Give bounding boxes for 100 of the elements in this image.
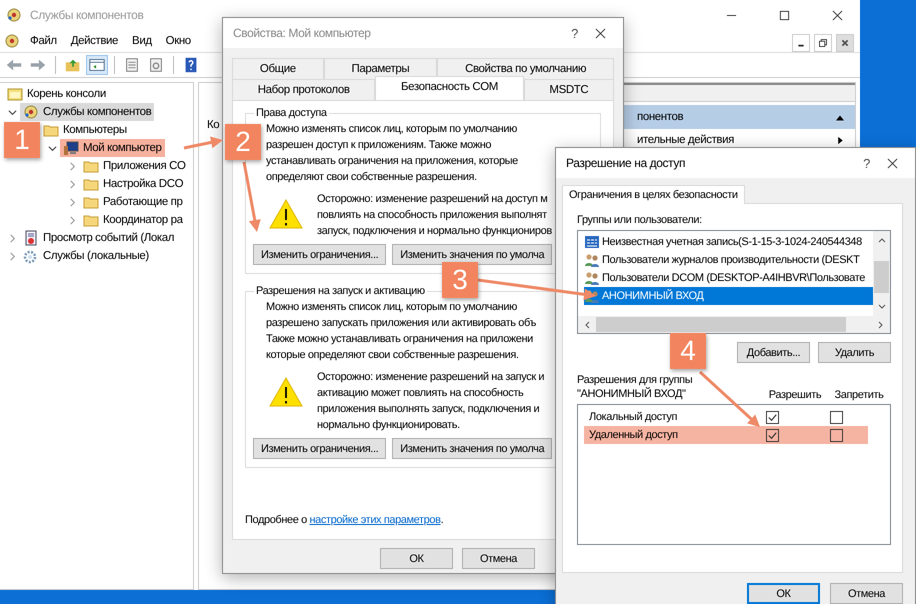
tree-item[interactable]: Настройка DCO [80,175,186,193]
dialog-title: Разрешение на доступ [566,156,686,170]
list-item[interactable]: Пользователи DCOM (DESKTOP-A4IHBVR\Пользовате [584,269,873,287]
expand-icon[interactable] [68,180,76,188]
maximize-icon[interactable] [779,10,790,20]
description-text: Можно изменять список лиц, которым по умолчанию разрешено запускать приложения или активировать объ Также можно устанавливать ограничения на приложени которые определяют свои собственные разрешения. [266,300,536,363]
warning-text: Осторожно: изменение разрешений на доступ м повлиять на способность приложения выполнят запуск, подключения и нормально функциониров [317,192,552,239]
tree-item[interactable]: Службы компонентов [20,103,154,121]
tree-item[interactable]: Приложения CO [80,157,189,175]
computer-icon [63,140,79,156]
step-number: 4 [670,333,706,369]
component-icon [6,7,22,23]
arrow [242,162,261,232]
column-header: Разрешить [768,389,822,401]
column-header: Запретить [834,389,884,401]
list-item[interactable]: АНОНИМНЫЙ ВХОД [584,287,873,305]
settings-link[interactable]: настройке этих параметров [309,514,441,526]
tab[interactable]: Безопасность COM [375,76,524,100]
permission-name: Локальный доступ [588,411,678,423]
checkbox[interactable] [766,410,778,424]
menu-item[interactable]: Действие [66,33,122,49]
tree-item[interactable]: Корень консоли [4,85,109,103]
arrow [184,136,223,150]
dialog-button[interactable]: ОК [380,548,453,569]
description-text: Можно изменять список лиц, которым по умолчанию разрешен доступ к приложениям. Также можно устанавливать ограничения на приложения, которые определяют свои собственные разрешения. [266,122,518,185]
horizontal-scrollbar[interactable] [578,316,890,333]
dialog-button[interactable]: Отмена [830,583,903,604]
permission-row[interactable]: Локальный доступ [584,408,868,426]
permission-name: Удаленный доступ [588,429,679,441]
tree-item[interactable]: Работающие пр [80,193,186,211]
step-number: 1 [4,122,40,158]
list-label: Группы или пользователи: [577,214,703,226]
menu-item[interactable]: Окно [162,33,195,49]
tab[interactable]: Параметры [324,58,438,79]
tree-item[interactable]: Службы (локальные) [20,247,152,265]
action-item[interactable]: ительные действия [615,129,855,151]
tab[interactable]: Ограничения в целях безопасности [562,185,745,204]
folder-icon [7,86,23,102]
arrow [698,370,760,427]
vertical-scrollbar[interactable] [873,231,890,316]
dialog-button[interactable]: Отмена [462,548,535,569]
gear-icon [23,248,39,264]
step-number: 2 [225,124,261,160]
component-icon [4,33,20,49]
expand-icon[interactable] [8,252,16,260]
menu-item[interactable]: Файл [26,33,61,49]
restore-icon[interactable] [814,34,832,52]
close-icon[interactable] [595,28,606,38]
help-button[interactable]: ? [863,156,870,170]
expand-icon[interactable] [68,162,76,170]
users-icon [584,252,600,268]
tree-item[interactable]: Просмотр событий (Локал [20,229,178,247]
list-item[interactable]: Неизвестная учетная запись(S-1-15-3-1024-240544348 [584,233,873,251]
tree-item[interactable]: Мой компьютер [60,139,165,157]
checkbox[interactable] [766,428,778,442]
expand-icon[interactable] [68,216,76,224]
users-list[interactable]: Неизвестная учетная запись(S-1-15-3-1024-240544348 Пользователи журналов производительности (DESKT Пользователи DCOM (DESKTOP-A4IHBVR\Пользовате АНОНИМНЫЙ ВХОД [577,230,891,334]
checkbox[interactable] [830,428,842,442]
warning-icon [269,199,303,229]
dialog-title: Свойства: Мой компьютер [233,26,371,40]
menu-item[interactable]: Вид [128,33,156,49]
content-label: Ко [207,119,220,131]
tree-item[interactable]: Компьютеры [40,121,130,139]
component-icon [23,104,39,120]
permissions-label: Разрешения для группы "АНОНИМНЫЙ ВХОД" [577,373,692,401]
tab[interactable]: Общие [232,58,324,79]
minimize-icon[interactable] [792,34,810,52]
list-button[interactable]: Добавить... [737,342,810,363]
checkbox[interactable] [830,410,842,424]
pane-icon[interactable] [87,56,107,74]
grid-icon [584,234,600,250]
step-number: 3 [442,262,478,298]
edit-button[interactable]: Изменить значения по умолча [392,438,552,459]
log-icon [23,230,39,246]
help-button[interactable]: ? [571,26,578,40]
expand-icon[interactable] [68,198,76,206]
tab[interactable]: Набор протоколов [232,79,376,100]
group-label: Права доступа [255,106,328,120]
help-text: Подробнее о настройке этих параметров. [245,514,444,526]
dialog-button[interactable]: ОК [747,583,820,604]
warning-text: Осторожно: изменение разрешений на запуск и активацию может повлиять на способность приложения выполнять запуск, подключения и нормально функционировать. [317,370,544,433]
list-button[interactable]: Удалить [818,342,891,363]
tab[interactable]: Свойства по умолчанию [437,58,614,79]
warning-icon [269,377,303,407]
tree-item[interactable]: Координатор ра [80,211,186,229]
window-title: Службы компонентов [30,8,144,22]
group-label: Разрешения на запуск и активацию [255,284,426,298]
submenu-icon [835,136,845,144]
collapse-icon[interactable] [8,108,16,116]
edit-button[interactable]: Изменить ограничения... [253,438,386,459]
close-icon[interactable] [887,158,898,168]
close-icon[interactable] [832,10,843,20]
expand-icon[interactable] [8,234,16,242]
tab[interactable]: MSDTC [524,79,614,100]
permission-row[interactable]: Удаленный доступ [584,426,868,444]
edit-button[interactable]: Изменить значения по умолча [392,244,552,265]
list-item[interactable]: Пользователи журналов производительности (DESKT [584,251,873,269]
edit-button[interactable]: Изменить ограничения... [253,244,386,265]
users-icon [584,270,600,286]
collapse-icon[interactable] [48,144,56,152]
